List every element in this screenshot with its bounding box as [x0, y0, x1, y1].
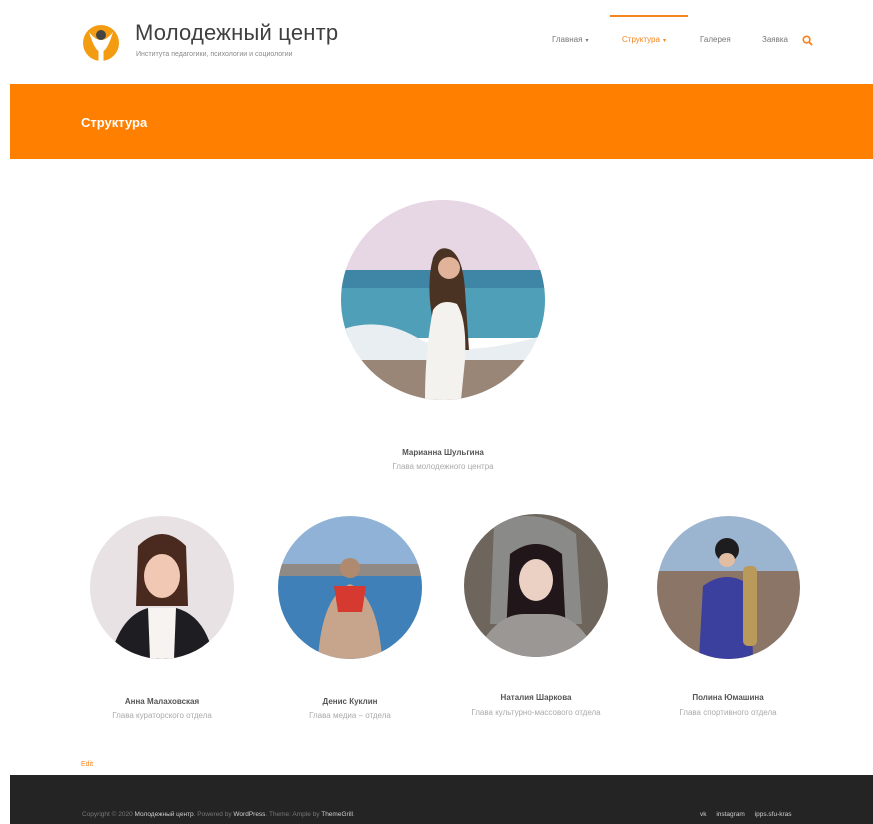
head-name: Марианна Шульгина [402, 448, 484, 457]
site-description: Института педагогики, психологии и социо… [136, 51, 293, 58]
footer-link-instagram[interactable]: instagram [716, 811, 745, 818]
footer-link-ipps[interactable]: ipps.sfu-kras [755, 811, 792, 818]
nav-label: Структура [622, 35, 660, 44]
wordpress-link[interactable]: WordPress [233, 811, 265, 818]
member-photo [278, 516, 422, 659]
member-photo [90, 516, 234, 659]
powered-by-text: Powered by [197, 811, 232, 818]
footer-site-link[interactable]: Молодежный центр [135, 811, 194, 818]
footer-links: vk instagram ipps.sfu-kras [700, 811, 800, 818]
member-photo [464, 514, 608, 657]
footer-link-vk[interactable]: vk [700, 811, 707, 818]
head-photo [341, 200, 545, 400]
nav-item-home[interactable]: Главная ▾ [552, 35, 588, 44]
chevron-down-icon: ▾ [585, 38, 589, 44]
member-role: Глава медиа – отдела [309, 711, 391, 720]
member-name: Анна Малаховская [124, 697, 200, 706]
member-name: Полина Юмашина [692, 693, 764, 702]
nav-item-application[interactable]: Заявка [762, 35, 788, 44]
search-icon[interactable] [802, 35, 813, 46]
site-header: Молодежный центр Института педагогики, п… [0, 0, 873, 84]
site-title[interactable]: Молодежный центр [135, 20, 338, 46]
member-role: Глава культурно-массового отдела [471, 708, 601, 717]
themegrill-link[interactable]: ThemeGrill [321, 811, 353, 818]
nav-item-structure[interactable]: Структура ▾ [622, 35, 666, 44]
member-role: Глава кураторского отдела [112, 711, 212, 720]
member-photo [657, 516, 800, 659]
head-role: Глава молодежного центра [392, 462, 494, 471]
nav-active-indicator [610, 15, 688, 17]
page-title: Структура [81, 115, 148, 130]
member-role: Глава спортивного отдела [679, 708, 777, 717]
member-name: Денис Куклин [322, 697, 378, 706]
page-title-banner: Структура [10, 84, 873, 159]
footer-copyright: Copyright © 2020 Молодежный центр. Power… [82, 811, 355, 818]
copyright-text: Copyright © 2020 [82, 811, 133, 818]
member-name: Наталия Шаркова [500, 693, 572, 702]
edit-link[interactable]: Edit [81, 761, 93, 768]
chevron-down-icon: ▾ [662, 38, 666, 44]
nav-label: Главная [552, 35, 583, 44]
logo-icon[interactable] [80, 22, 122, 62]
nav-item-gallery[interactable]: Галерея [700, 35, 731, 44]
site-footer: Copyright © 2020 Молодежный центр. Power… [10, 775, 873, 824]
theme-text: Theme: Ample by [268, 811, 320, 818]
